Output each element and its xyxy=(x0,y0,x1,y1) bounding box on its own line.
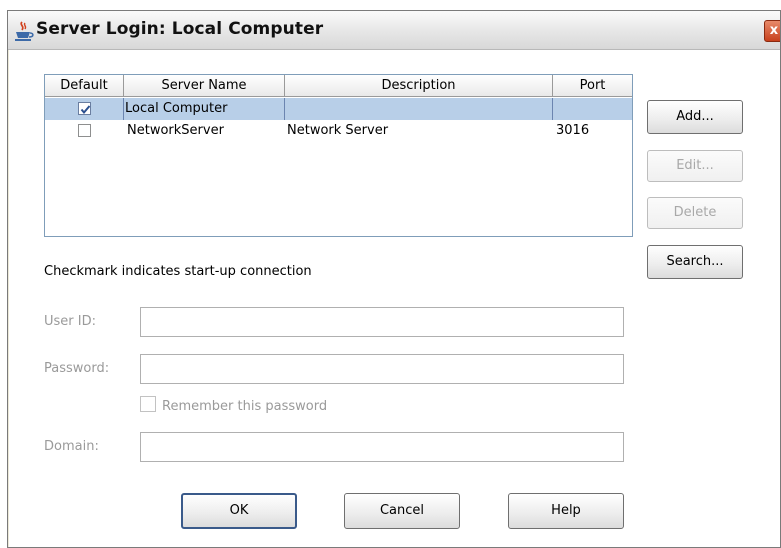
edit-button[interactable]: Edit... xyxy=(647,150,743,182)
password-label: Password: xyxy=(44,361,110,376)
port-cell xyxy=(553,98,634,120)
cancel-button[interactable]: Cancel xyxy=(344,493,460,529)
java-cup-icon xyxy=(15,21,34,41)
help-button[interactable]: Help xyxy=(508,493,624,529)
domain-label: Domain: xyxy=(44,439,99,454)
password-field[interactable] xyxy=(140,354,624,384)
table-header: Default Server Name Description Port xyxy=(45,75,632,98)
server-login-dialog: Server Login: Local Computer x Default S… xyxy=(7,10,781,548)
server-table[interactable]: Default Server Name Description Port Loc… xyxy=(44,74,633,237)
search-button[interactable]: Search... xyxy=(647,245,743,279)
remember-password-option[interactable]: Remember this password xyxy=(140,396,327,414)
table-row[interactable]: NetworkServer Network Server 3016 xyxy=(45,120,632,142)
default-cell xyxy=(45,120,124,142)
add-button[interactable]: Add... xyxy=(647,100,743,134)
dialog-content: Default Server Name Description Port Loc… xyxy=(9,50,780,547)
column-header-port[interactable]: Port xyxy=(553,75,632,97)
description-cell xyxy=(285,98,553,120)
server-name-cell: NetworkServer xyxy=(127,123,224,138)
user-id-field[interactable] xyxy=(140,307,624,337)
close-icon: x xyxy=(769,23,779,38)
default-cell xyxy=(45,98,124,120)
port-cell: 3016 xyxy=(556,123,590,138)
delete-button[interactable]: Delete xyxy=(647,197,743,229)
domain-field[interactable] xyxy=(140,432,624,462)
table-row[interactable]: Local Computer xyxy=(45,98,632,120)
user-id-label: User ID: xyxy=(44,314,96,329)
checkmark-icon xyxy=(80,105,91,115)
title-bar[interactable]: Server Login: Local Computer x xyxy=(8,11,780,50)
column-header-default[interactable]: Default xyxy=(45,75,124,97)
default-checkbox[interactable] xyxy=(78,102,91,115)
window-title: Server Login: Local Computer xyxy=(36,19,324,39)
ok-button[interactable]: OK xyxy=(181,493,297,529)
default-checkbox[interactable] xyxy=(78,124,91,137)
server-name-cell: Local Computer xyxy=(124,98,285,120)
startup-hint-text: Checkmark indicates start-up connection xyxy=(44,264,312,279)
close-button[interactable]: x xyxy=(764,20,780,42)
column-header-description[interactable]: Description xyxy=(285,75,553,97)
remember-password-checkbox[interactable] xyxy=(140,396,156,412)
description-cell: Network Server xyxy=(287,123,389,138)
remember-password-label: Remember this password xyxy=(162,399,328,414)
column-header-server-name[interactable]: Server Name xyxy=(124,75,285,97)
